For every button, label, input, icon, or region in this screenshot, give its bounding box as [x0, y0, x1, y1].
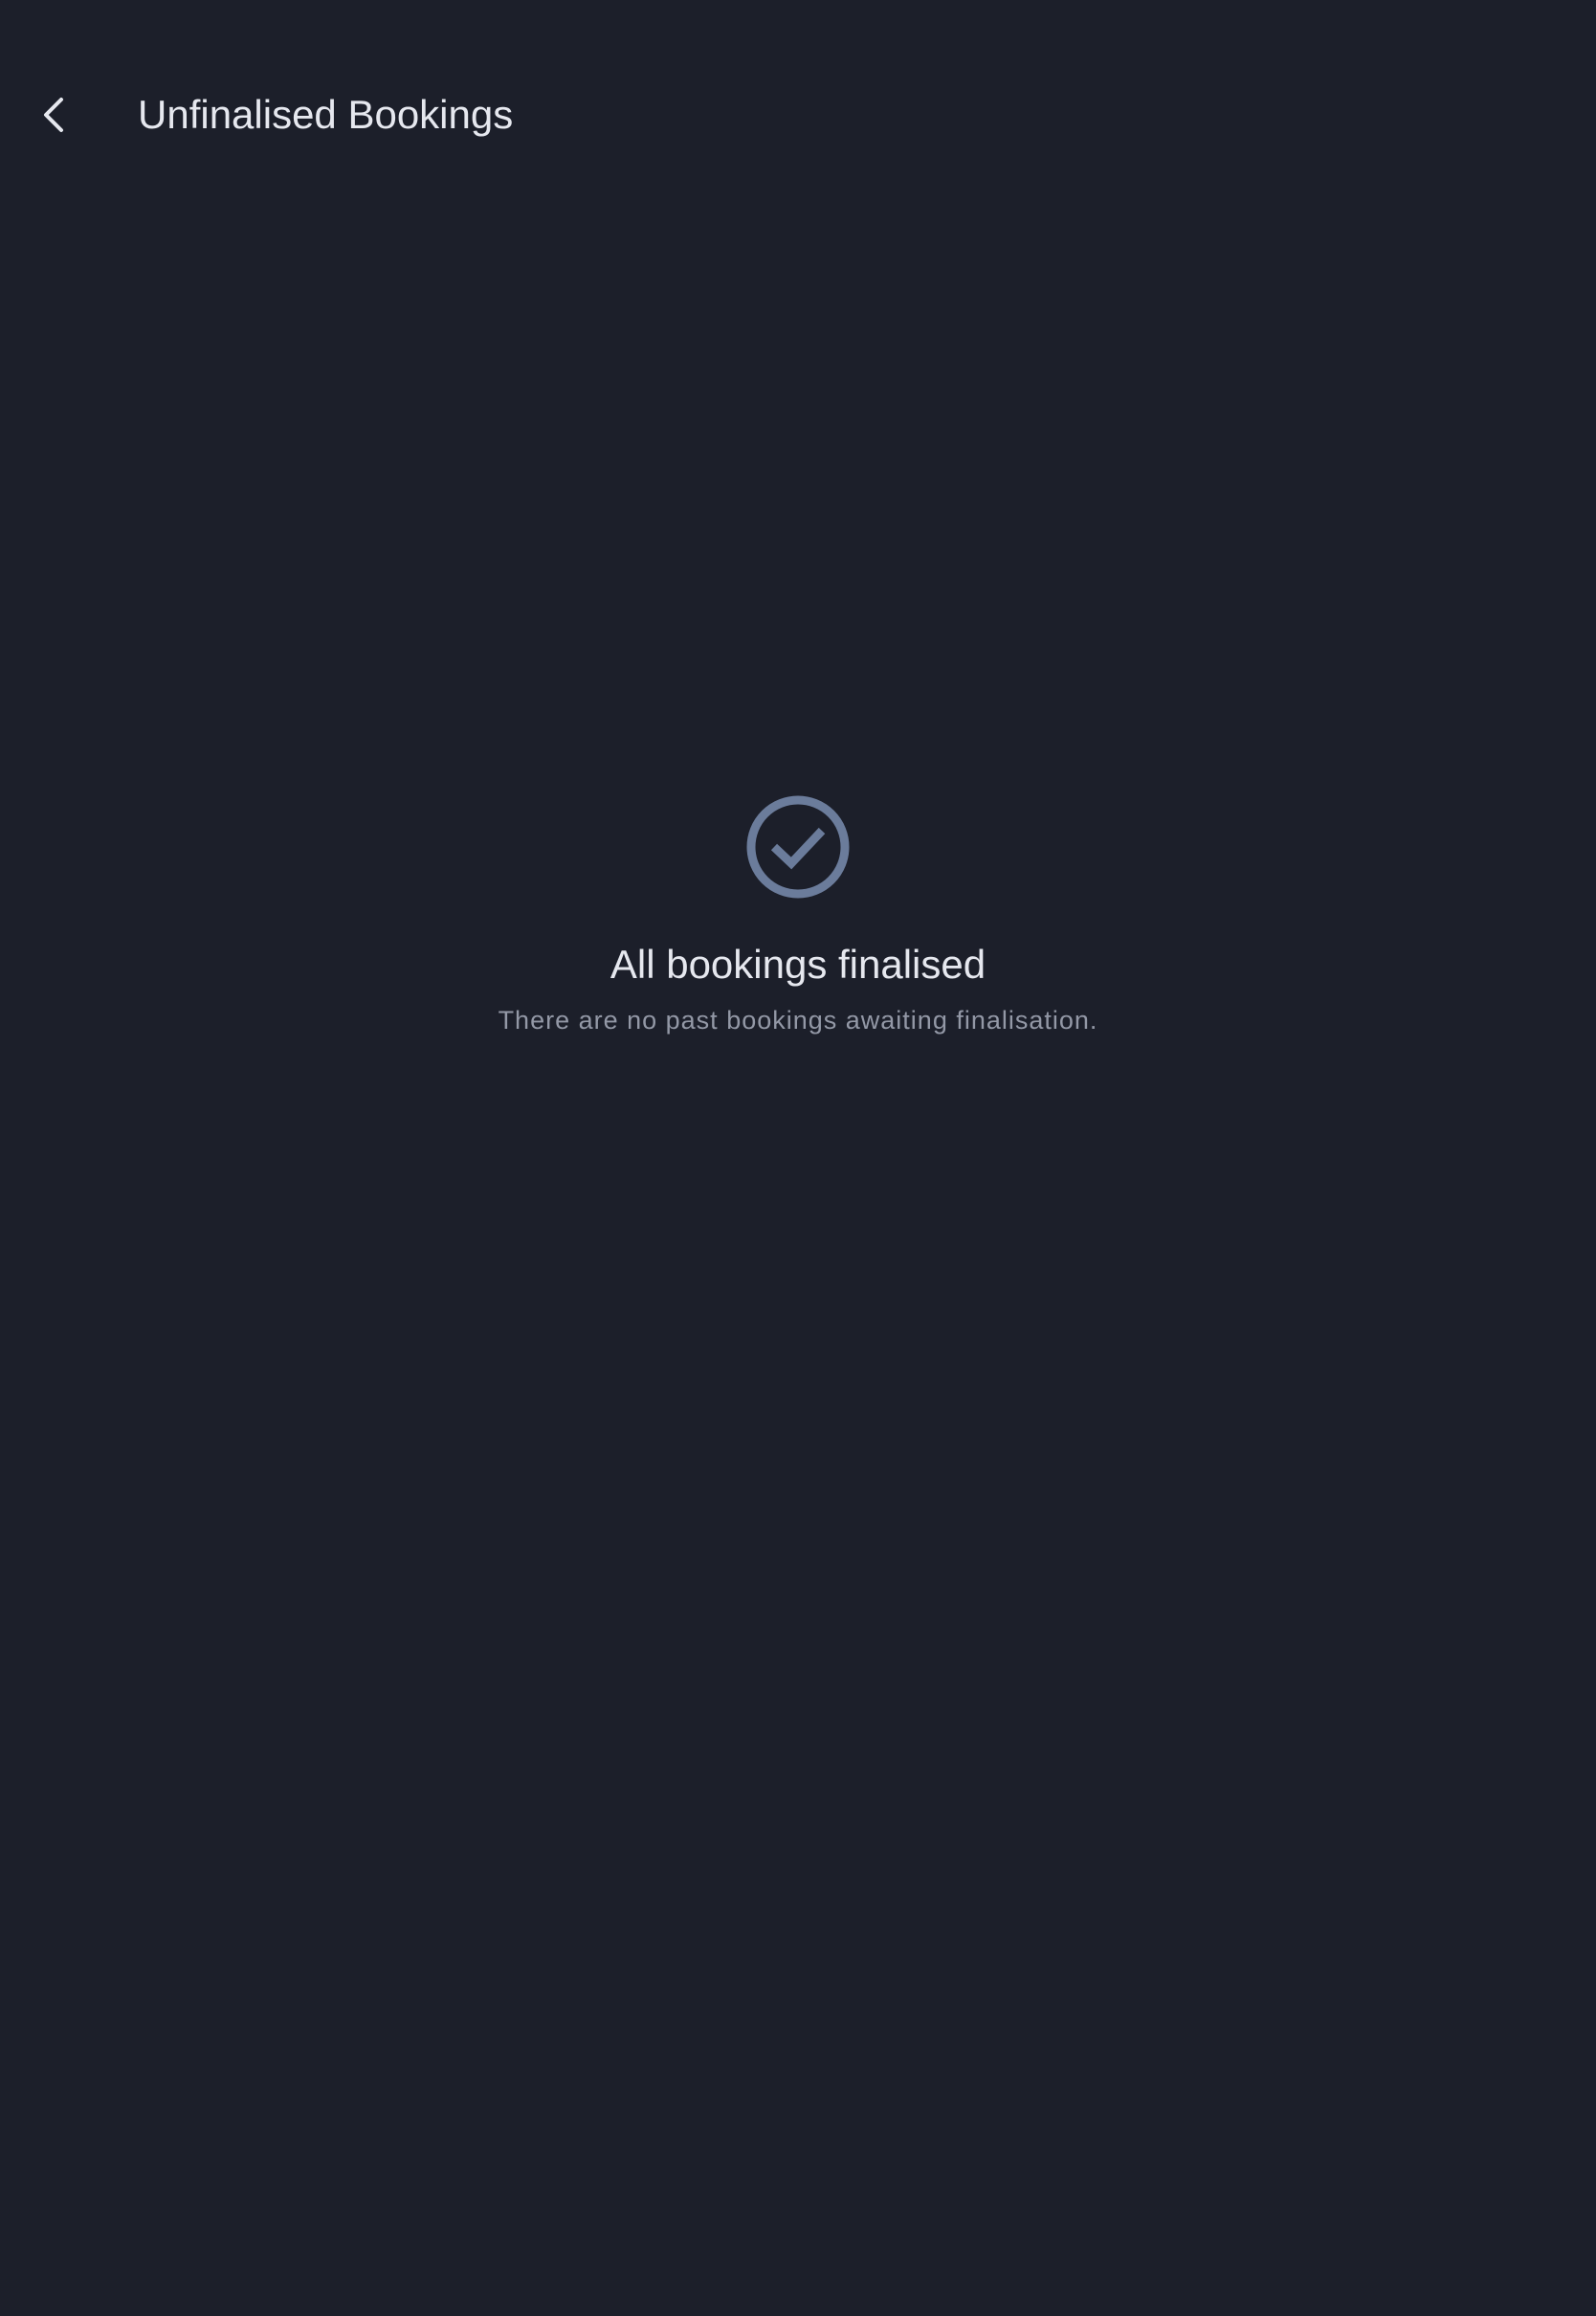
- chevron-left-icon: [44, 98, 63, 132]
- empty-state-subtitle: There are no past bookings awaiting fina…: [498, 1006, 1098, 1035]
- back-button[interactable]: [19, 77, 88, 153]
- app-bar: Unfinalised Bookings: [0, 0, 1596, 191]
- unfinalised-bookings-screen: Unfinalised Bookings All bookings finali…: [0, 0, 1596, 2316]
- page-title: Unfinalised Bookings: [138, 92, 514, 137]
- empty-state-title: All bookings finalised: [610, 942, 986, 987]
- empty-state: All bookings finalised There are no past…: [0, 794, 1596, 1039]
- check-circle-icon: [746, 795, 850, 899]
